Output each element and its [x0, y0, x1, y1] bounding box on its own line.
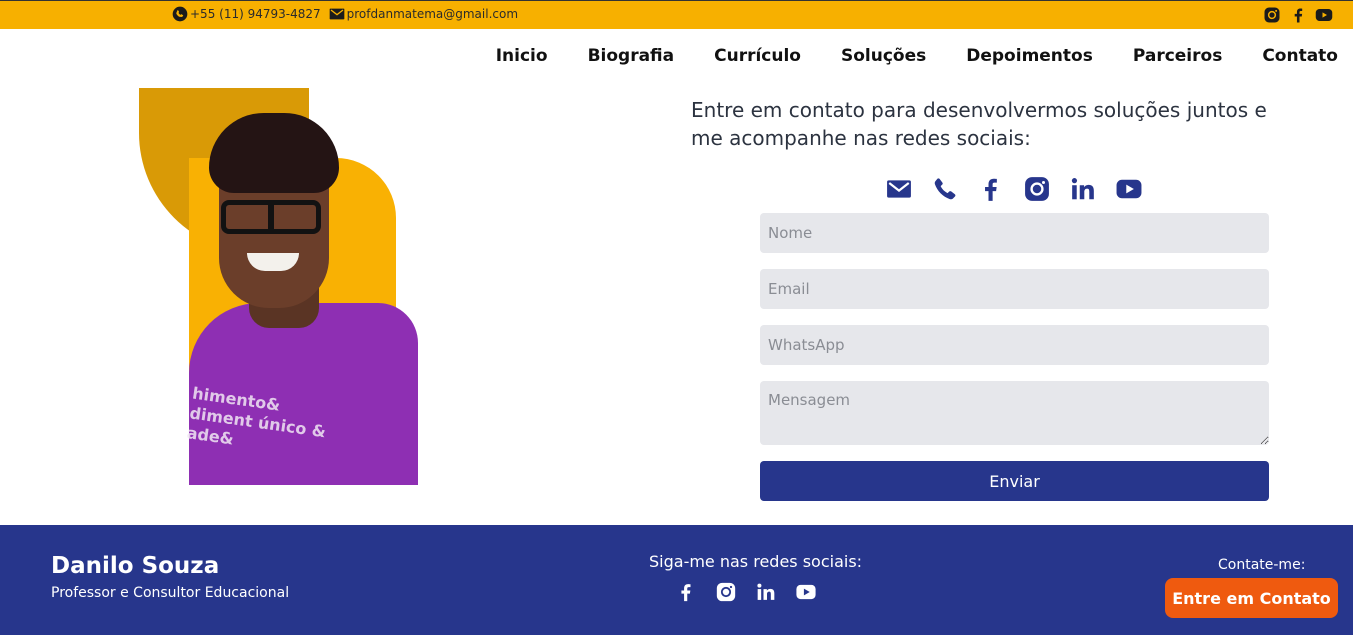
nav-item-solucoes[interactable]: Soluções	[841, 46, 926, 66]
top-bar: +55 (11) 94793-4827 profdanmatema@gmail.…	[0, 0, 1353, 29]
linkedin-icon[interactable]	[1070, 176, 1096, 202]
footer-follow-label: Siga-me nas redes sociais:	[649, 552, 863, 571]
whatsapp-field[interactable]	[760, 325, 1269, 365]
phone-icon[interactable]	[932, 176, 958, 202]
top-phone[interactable]: +55 (11) 94793-4827	[172, 6, 321, 22]
whatsapp-icon	[172, 6, 188, 22]
facebook-icon[interactable]	[978, 176, 1004, 202]
email-icon[interactable]	[886, 176, 912, 202]
top-email-text: profdanmatema@gmail.com	[346, 7, 519, 21]
top-social-links	[1263, 6, 1333, 24]
contact-cta-button[interactable]: Entre em Contato	[1165, 578, 1338, 618]
nav-item-contato[interactable]: Contato	[1262, 46, 1338, 66]
message-field[interactable]	[760, 381, 1269, 445]
photo-glasses	[221, 200, 321, 234]
footer-contact-label: Contate-me:	[1218, 557, 1306, 573]
email-icon	[329, 6, 345, 22]
name-field[interactable]	[760, 213, 1269, 253]
top-email[interactable]: profdanmatema@gmail.com	[329, 6, 518, 22]
instagram-icon[interactable]	[1024, 176, 1050, 202]
footer-social-links	[676, 582, 816, 602]
footer-role: Professor e Consultor Educacional	[51, 585, 290, 601]
instagram-icon[interactable]	[1263, 6, 1281, 24]
youtube-icon[interactable]	[1315, 6, 1333, 24]
top-phone-text: +55 (11) 94793-4827	[190, 7, 321, 21]
send-button[interactable]: Enviar	[760, 461, 1269, 501]
facebook-icon[interactable]	[676, 582, 696, 602]
contact-intro-text: Entre em contato para desenvolvermos sol…	[691, 98, 1267, 150]
email-field[interactable]	[760, 269, 1269, 309]
main-nav: Inicio Biografia Currículo Soluções Depo…	[496, 46, 1338, 66]
nav-item-curriculo[interactable]: Currículo	[714, 46, 801, 66]
linkedin-icon[interactable]	[756, 582, 776, 602]
nav-item-inicio[interactable]: Inicio	[496, 46, 548, 66]
instagram-icon[interactable]	[716, 582, 736, 602]
footer-name: Danilo Souza	[51, 553, 220, 579]
photo-hair	[209, 113, 339, 193]
facebook-icon[interactable]	[1289, 6, 1307, 24]
footer: Danilo Souza Professor e Consultor Educa…	[0, 525, 1353, 635]
profile-photo: himento& diment único & ade&	[139, 88, 419, 485]
nav-item-biografia[interactable]: Biografia	[588, 46, 675, 66]
youtube-icon[interactable]	[1116, 176, 1142, 202]
top-contact-info: +55 (11) 94793-4827 profdanmatema@gmail.…	[172, 6, 522, 22]
contact-social-icons	[886, 176, 1142, 202]
contact-form: Enviar	[760, 213, 1269, 501]
youtube-icon[interactable]	[796, 582, 816, 602]
nav-item-depoimentos[interactable]: Depoimentos	[966, 46, 1093, 66]
nav-item-parceiros[interactable]: Parceiros	[1133, 46, 1222, 66]
